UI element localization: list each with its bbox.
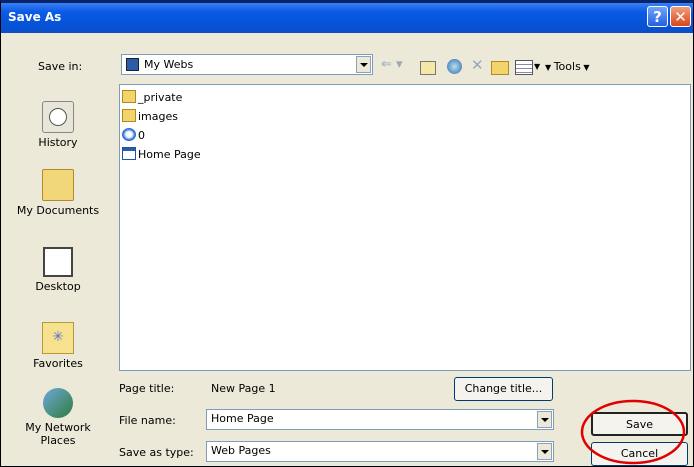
tools-dropdown-icon: ▼ [545, 63, 554, 72]
save-as-type-value: Web Pages [211, 444, 271, 457]
close-button[interactable]: ✕ [670, 6, 691, 27]
save-as-type-label: Save as type: [119, 446, 194, 459]
place-favorites[interactable]: ✳ Favorites [4, 322, 112, 370]
network-places-icon [43, 388, 73, 418]
question-icon: ? [653, 8, 662, 26]
views-dropdown-icon[interactable]: ▼ [534, 62, 540, 71]
desktop-icon [43, 247, 73, 277]
file-name: images [138, 110, 178, 123]
title-bar[interactable]: Save As ? ✕ [1, 3, 693, 33]
web-page-icon [122, 147, 136, 160]
my-webs-icon [126, 58, 139, 71]
page-title-label: Page title: [119, 382, 175, 395]
list-item[interactable]: Home Page [122, 146, 201, 164]
save-in-dropdown[interactable]: My Webs [121, 54, 373, 75]
back-icon[interactable]: ⇐ ▾ [381, 57, 403, 72]
delete-icon[interactable]: ✕ [471, 56, 484, 74]
folder-icon [122, 109, 136, 122]
place-label: Favorites [33, 357, 83, 370]
favorites-icon: ✳ [42, 322, 74, 354]
page-title-value: New Page 1 [211, 382, 276, 395]
file-name-label: File name: [119, 414, 176, 427]
list-item[interactable]: 0 [122, 127, 145, 145]
close-icon: ✕ [674, 8, 687, 26]
help-button[interactable]: ? [647, 6, 668, 27]
save-as-dialog: Save As ? ✕ Save in: My Webs ⇐ ▾ ✕ ▼ ▼ T… [0, 0, 694, 467]
chevron-down-icon[interactable] [537, 443, 552, 460]
dialog-title: Save As [8, 10, 62, 24]
folder-icon [122, 90, 136, 103]
my-documents-icon [42, 169, 74, 201]
chevron-down-icon[interactable] [537, 411, 552, 428]
change-title-label: Change title... [464, 382, 543, 395]
tools-label: Tools [553, 60, 581, 73]
history-icon [42, 101, 74, 133]
ie-page-icon [122, 128, 136, 141]
list-item[interactable]: _private [122, 89, 182, 107]
place-label: Desktop [35, 280, 81, 293]
save-as-type-dropdown[interactable]: Web Pages [206, 441, 554, 462]
place-my-documents[interactable]: My Documents [4, 169, 112, 217]
file-name: _private [138, 91, 183, 104]
places-bar: History My Documents Desktop ✳ Favorites… [4, 65, 112, 466]
file-name-field[interactable]: Home Page [206, 409, 554, 430]
place-label: My Network Places [25, 421, 91, 447]
new-folder-icon[interactable] [491, 61, 509, 75]
place-label: My Documents [16, 204, 100, 217]
tools-chevron-icon: ▼ [580, 63, 590, 72]
place-desktop[interactable]: Desktop [4, 247, 112, 293]
file-name: 0 [138, 129, 145, 142]
place-history[interactable]: History [4, 101, 112, 149]
place-my-network-places[interactable]: My Network Places [4, 388, 112, 447]
up-folder-icon[interactable] [420, 61, 436, 75]
file-list[interactable]: _private images 0 Home Page [119, 84, 691, 371]
file-name: Home Page [138, 148, 201, 161]
place-label: History [38, 136, 78, 149]
views-icon[interactable] [515, 60, 533, 75]
tools-menu[interactable]: ▼ Tools ▼ [545, 60, 590, 73]
save-in-value: My Webs [144, 58, 194, 71]
highlight-circle [580, 399, 686, 465]
file-name-value: Home Page [211, 412, 274, 425]
change-title-button[interactable]: Change title... [454, 377, 553, 401]
chevron-down-icon[interactable] [356, 56, 371, 73]
search-web-icon[interactable] [447, 59, 462, 74]
list-item[interactable]: images [122, 108, 178, 126]
